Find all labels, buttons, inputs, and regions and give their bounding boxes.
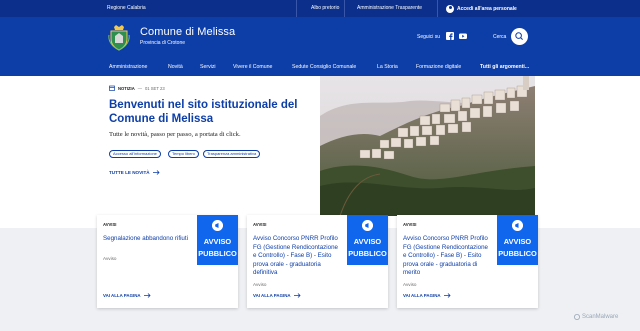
card-label: Avviso (403, 282, 417, 287)
news-card[interactable]: AVVISI Avviso Concorso PNRR Profilo FG (… (247, 215, 388, 308)
card-label: Avviso (103, 256, 117, 261)
site-name: Comune di Melissa (140, 26, 236, 38)
youtube-icon[interactable] (459, 32, 467, 40)
card-title[interactable]: Segnalazione abbandono rifiuti (103, 235, 191, 244)
search-label: Cerca (493, 34, 507, 40)
card-title[interactable]: Avviso Concorso PNRR Profilo FG (Gestion… (253, 235, 341, 278)
badge-line2: PUBBLICO (348, 249, 387, 258)
card-more-link[interactable]: VAI ALLA PAGINA (253, 293, 301, 298)
divider (296, 0, 297, 17)
nav-item-sedute-consiglio[interactable]: Sedute Consiglio Comunale (292, 64, 356, 70)
arrow-right-icon (152, 170, 160, 175)
scanmalware-logo-icon (574, 314, 580, 320)
follow-label: Seguici su (417, 34, 441, 40)
all-news-link[interactable]: TUTTE LE NOVITÀ (109, 170, 160, 175)
arrow-right-icon (293, 293, 301, 298)
card-category: AVVISI (253, 222, 267, 227)
search-icon (515, 32, 523, 40)
card-more-label: VAI ALLA PAGINA (403, 293, 441, 298)
avviso-pubblico-badge: AVVISO PUBBLICO (347, 215, 388, 265)
amministrazione-trasparente-link[interactable]: Amministrazione Trasparente (357, 5, 422, 11)
avviso-pubblico-badge: AVVISO PUBBLICO (197, 215, 238, 265)
hero-category: NOTIZIA (118, 85, 135, 91)
calendar-icon (109, 85, 115, 91)
user-icon (446, 4, 454, 13)
avviso-pubblico-badge: AVVISO PUBBLICO (497, 215, 538, 265)
hero-date: 01 SET 23 (144, 85, 165, 91)
news-card[interactable]: AVVISI Avviso Concorso PNRR Profilo FG (… (397, 215, 538, 308)
card-more-link[interactable]: VAI ALLA PAGINA (103, 293, 151, 298)
nav-item-vivere-il-comune[interactable]: Vivere il Comune (233, 64, 272, 70)
arrow-right-icon (143, 293, 151, 298)
nav-item-novita[interactable]: Novità (168, 64, 183, 70)
header-center: Comune di Melissa Provincia di Crotone S… (0, 17, 640, 59)
divider (437, 0, 438, 17)
login-label: Accedi all'area personale (457, 5, 517, 12)
province-name: Provincia di Crotone (140, 40, 186, 46)
announcement-icon (212, 220, 223, 231)
card-category: AVVISI (103, 222, 117, 227)
nav-item-all-topics[interactable]: Tutti gli argomenti... (480, 64, 529, 70)
hero-meta: NOTIZIA — 01 SET 23 (109, 85, 165, 91)
crest-icon[interactable] (108, 25, 130, 51)
meta-separator: — (137, 85, 142, 91)
brand[interactable]: Comune di Melissa Provincia di Crotone (140, 26, 235, 46)
login-button[interactable]: Accedi all'area personale (446, 0, 534, 17)
badge-line2: PUBBLICO (198, 249, 237, 258)
albo-pretorio-link[interactable]: Albo pretorio (311, 5, 339, 11)
arrow-right-icon (443, 293, 451, 298)
search-button[interactable] (511, 28, 528, 45)
chip-tempo-libero[interactable]: Tempo libero (168, 150, 199, 158)
card-label: Avviso (253, 282, 267, 287)
nav-item-servizi[interactable]: Servizi (200, 64, 216, 70)
news-card[interactable]: AVVISI Segnalazione abbandono rifiuti Av… (97, 215, 238, 308)
nav-item-formazione-digitale[interactable]: Formazione digitale (416, 64, 461, 70)
all-news-label: TUTTE LE NOVITÀ (109, 170, 150, 175)
nav-item-amministrazione[interactable]: Amministrazione (109, 64, 147, 70)
card-title[interactable]: Avviso Concorso PNRR Profilo FG (Gestion… (403, 235, 491, 278)
card-more-label: VAI ALLA PAGINA (103, 293, 141, 298)
card-category: AVVISI (403, 222, 417, 227)
chip-trasparenza[interactable]: Trasparenza amministrativa (203, 150, 261, 158)
badge-line2: PUBBLICO (498, 249, 537, 258)
facebook-icon[interactable] (446, 32, 454, 40)
badge-line1: AVVISO (503, 237, 532, 246)
hero-image (320, 76, 535, 216)
announcement-icon (512, 220, 523, 231)
watermark-text: ScanMalware (582, 314, 619, 320)
divider (344, 0, 345, 17)
announcement-icon (362, 220, 373, 231)
watermark: ScanMalware (574, 314, 618, 320)
nav-item-la-storia[interactable]: La Storia (377, 64, 398, 70)
card-more-label: VAI ALLA PAGINA (253, 293, 291, 298)
chip-accesso-informazione[interactable]: Accesso all'informazione (109, 150, 161, 158)
slim-header: Regione Calabria Albo pretorio Amministr… (0, 0, 640, 17)
badge-line1: AVVISO (353, 237, 382, 246)
main-navigation: Amministrazione Novità Servizi Vivere il… (0, 59, 640, 76)
hero-title[interactable]: Benvenuti nel sito istituzionale del Com… (109, 98, 309, 126)
card-more-link[interactable]: VAI ALLA PAGINA (403, 293, 451, 298)
badge-line1: AVVISO (203, 237, 232, 246)
region-link[interactable]: Regione Calabria (107, 5, 146, 11)
hero-subtitle: Tutte le novità, passo per passo, a port… (109, 131, 241, 138)
